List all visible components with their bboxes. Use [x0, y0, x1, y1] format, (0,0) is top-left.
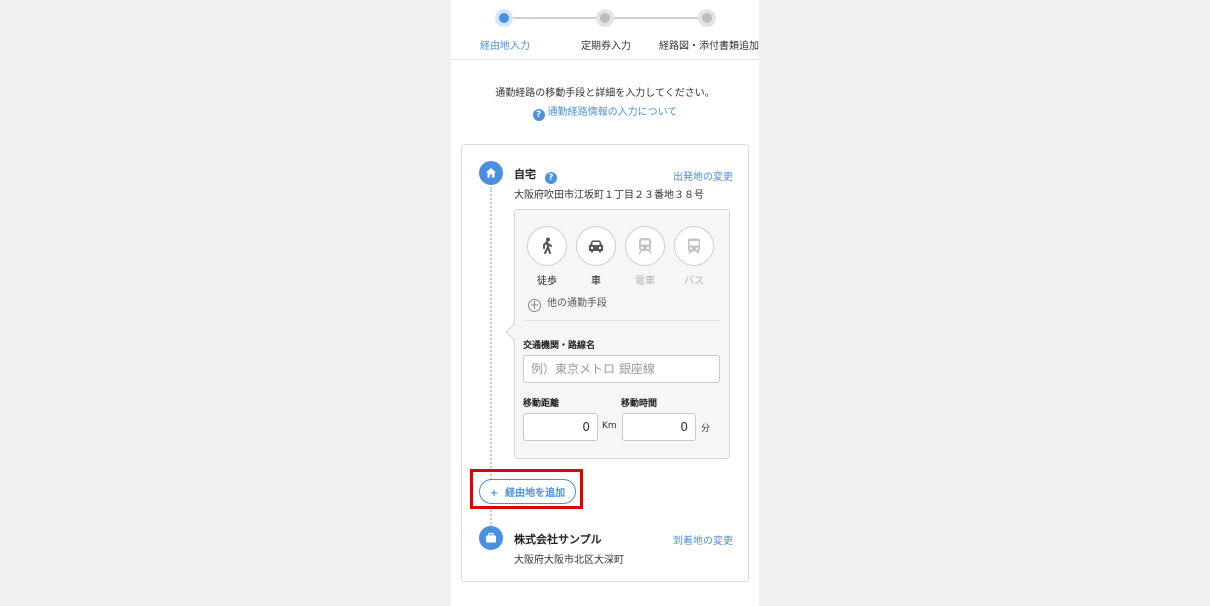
mode-bus-button[interactable]	[674, 226, 714, 266]
end-name: 株式会社サンプル	[514, 533, 602, 546]
change-origin-link[interactable]: 出発地の変更	[673, 168, 733, 183]
mode-train-label: 電車	[635, 276, 655, 287]
divider	[525, 320, 721, 321]
help-icon: ?	[532, 109, 545, 121]
stepper-connector	[613, 17, 698, 19]
help-link-label: 通勤経路情報の入力について	[547, 107, 678, 118]
start-name: 自宅	[514, 168, 536, 181]
intro-text: 通勤経路の移動手段と詳細を入力してください。	[495, 88, 715, 99]
mode-car-button[interactable]	[576, 226, 616, 266]
step-label-1: 経由地入力	[480, 41, 530, 52]
mode-bus-label: バス	[684, 276, 704, 287]
segment-editor: 徒歩 車 電車 バス + 他の通勤手段 交通機関・路線名 移動距離 移動時間 Km…	[505, 209, 730, 459]
step-dot-2	[596, 9, 614, 27]
change-destination-link[interactable]: 到着地の変更	[673, 532, 733, 547]
distance-field-label: 移動距離	[523, 399, 560, 409]
help-icon[interactable]: ?	[544, 172, 557, 184]
end-address: 大阪府大阪市北区大深町	[514, 555, 624, 566]
progress-stepper: 経由地入力 定期券入力 経路図・添付書類追加	[451, 0, 759, 60]
home-icon	[479, 161, 503, 185]
start-address: 大阪府吹田市江坂町１丁目２３番地３８号	[514, 190, 704, 201]
briefcase-icon	[479, 526, 503, 550]
start-place: 自宅 ?	[514, 166, 560, 184]
segment-pointer	[505, 323, 523, 341]
mode-walk-label: 徒歩	[537, 276, 557, 287]
distance-unit: Km	[602, 421, 617, 431]
mode-train-button[interactable]	[625, 226, 665, 266]
step-dot-3	[698, 9, 716, 27]
plus-circle-icon: +	[528, 298, 541, 312]
time-field-label: 移動時間	[621, 399, 658, 409]
other-mode-button[interactable]: + 他の通勤手段	[528, 294, 607, 312]
stepper-connector	[511, 17, 596, 19]
route-name-input[interactable]	[523, 355, 720, 383]
distance-input[interactable]	[523, 413, 598, 441]
help-link[interactable]: ? 通勤経路情報の入力について	[451, 103, 759, 121]
mode-car-label: 車	[591, 276, 601, 287]
mode-walk-button[interactable]	[527, 226, 567, 266]
step-dot-1	[495, 9, 513, 27]
other-mode-label: 他の通勤手段	[547, 298, 607, 309]
time-input[interactable]	[622, 413, 696, 441]
route-card: 自宅 ? 出発地の変更 大阪府吹田市江坂町１丁目２３番地３８号 徒歩 車 電車 …	[461, 144, 749, 582]
time-unit: 分	[701, 424, 711, 434]
highlight-box	[470, 469, 583, 509]
step-label-3: 経路図・添付書類追加	[659, 41, 759, 52]
step-label-2: 定期券入力	[581, 41, 631, 52]
route-field-label: 交通機関・路線名	[523, 341, 596, 351]
main-panel: 経由地入力 定期券入力 経路図・添付書類追加 通勤経路の移動手段と詳細を入力して…	[451, 0, 759, 606]
